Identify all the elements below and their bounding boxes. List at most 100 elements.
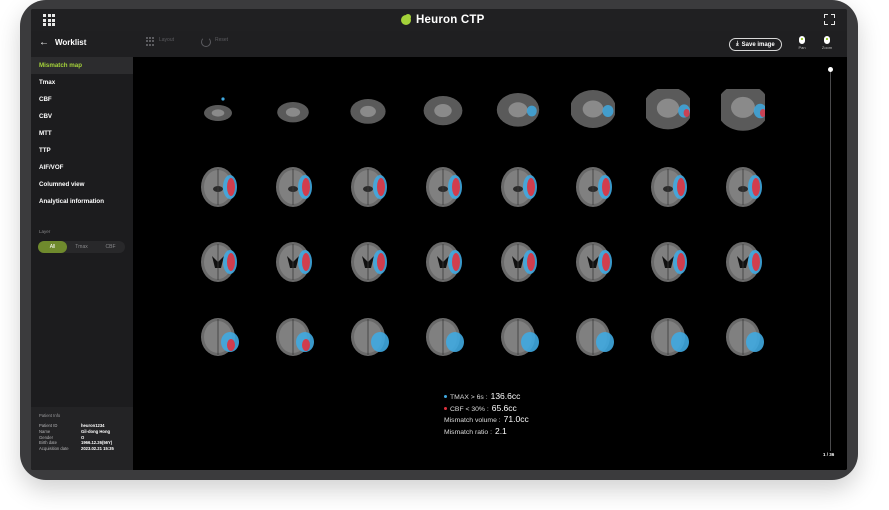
layout-button[interactable]: Layout <box>146 37 174 46</box>
reset-label: Reset <box>215 37 229 43</box>
slice-scrollbar-track[interactable] <box>830 71 831 451</box>
mouse-pan-icon <box>799 36 805 44</box>
brain-slice-thumbnail[interactable] <box>196 315 240 359</box>
brain-slice-thumbnail[interactable] <box>271 165 315 209</box>
brain-slice-thumbnail[interactable] <box>721 240 765 284</box>
sidebar-item-aif-vof[interactable]: AIF/VOF <box>31 159 133 176</box>
brain-slice-thumbnail[interactable] <box>570 89 616 133</box>
patient-info-value: 2023.02.21 15:35 <box>81 446 114 452</box>
sidebar-item-cbv[interactable]: CBV <box>31 108 133 125</box>
brain-slice-thumbnail[interactable] <box>646 315 690 359</box>
zoom-label: Zoom <box>821 45 833 50</box>
legend-cbf-value: 65.6cc <box>491 402 517 413</box>
legend-cbf-label: CBF < 30% : <box>450 405 489 413</box>
patient-info-row: Acquisition date 2023.02.21 15:35 <box>39 446 125 452</box>
app-brand: Heuron CTP <box>401 13 484 27</box>
brain-slice-thumbnail[interactable] <box>646 165 690 209</box>
brain-slice-thumbnail[interactable] <box>196 165 240 209</box>
zoom-tool-button[interactable]: Zoom <box>817 36 837 50</box>
sidebar-nav: Mismatch map Tmax CBF CBV MTT TTP AIF/VOF Colum… <box>31 57 133 210</box>
patient-info-key: Acquisition date <box>39 446 69 452</box>
download-icon: ⤓ <box>736 41 739 47</box>
brain-slice-thumbnail[interactable] <box>346 240 390 284</box>
brain-slice-thumbnail[interactable] <box>421 315 465 359</box>
toolbar: ← Worklist Layout Reset ⤓ Save image Pan… <box>31 31 847 57</box>
brain-slice-thumbnail[interactable] <box>643 87 693 133</box>
layer-title: Layer <box>39 229 51 234</box>
patient-info-value: Gil-dong Hong <box>81 428 111 434</box>
sidebar-item-columned-view[interactable]: Columned view <box>31 176 133 193</box>
brain-slice-thumbnail[interactable] <box>346 89 390 133</box>
back-label: Worklist <box>55 38 87 47</box>
layer-option-all[interactable]: All <box>38 241 67 253</box>
slice-grid <box>133 57 847 387</box>
mismatch-ratio-value: 2.1 <box>494 425 507 436</box>
layer-option-tmax[interactable]: Tmax <box>67 241 96 253</box>
brain-slice-thumbnail[interactable] <box>271 315 315 359</box>
page-indicator: 1 / 36 <box>823 452 835 457</box>
layer-selector: All Tmax CBF <box>38 241 125 253</box>
layout-grid-icon <box>146 37 155 46</box>
top-bar: Heuron CTP <box>31 9 847 31</box>
sidebar: Mismatch map Tmax CBF CBV MTT TTP AIF/VOF Colum… <box>31 57 133 470</box>
brain-slice-thumbnail[interactable] <box>496 240 540 284</box>
brain-slice-thumbnail[interactable] <box>571 240 615 284</box>
app-screen: Heuron CTP ← Worklist Layout Reset ⤓ Sav… <box>31 9 847 470</box>
brain-slice-thumbnail[interactable] <box>571 315 615 359</box>
fullscreen-icon[interactable] <box>824 14 835 25</box>
brain-slice-thumbnail[interactable] <box>271 240 315 284</box>
legend-cbf-row: CBF < 30% : 65.6cc <box>444 403 529 415</box>
sidebar-item-mtt[interactable]: MTT <box>31 125 133 142</box>
brain-slice-thumbnail[interactable] <box>196 240 240 284</box>
brain-slice-thumbnail[interactable] <box>646 240 690 284</box>
app-title: Heuron CTP <box>416 14 485 26</box>
sidebar-item-cbf[interactable]: CBF <box>31 91 133 108</box>
legend-tmax-row: TMAX > 6s : 136.6cc <box>444 391 529 403</box>
brain-slice-thumbnail[interactable] <box>196 89 240 133</box>
apps-grid-icon[interactable] <box>43 14 55 26</box>
brain-slice-thumbnail[interactable] <box>721 165 765 209</box>
sidebar-item-mismatch-map[interactable]: Mismatch map <box>31 57 133 74</box>
brain-slice-thumbnail[interactable] <box>496 89 540 133</box>
mismatch-volume-row: Mismatch volume : 71.0cc <box>444 414 529 426</box>
save-image-button[interactable]: ⤓ Save image <box>729 38 782 51</box>
legend-tmax-label: TMAX > 6s : <box>450 394 488 401</box>
back-to-worklist-button[interactable]: ← Worklist <box>39 37 86 48</box>
layer-option-cbf[interactable]: CBF <box>96 241 125 253</box>
reset-button[interactable]: Reset <box>201 37 228 47</box>
sidebar-item-analytical-information[interactable]: Analytical information <box>31 193 133 210</box>
mismatch-ratio-row: Mismatch ratio : 2.1 <box>444 426 529 438</box>
legend-tmax-value: 136.6cc <box>490 391 521 401</box>
brain-slice-thumbnail[interactable] <box>421 240 465 284</box>
arrow-left-icon: ← <box>39 37 49 48</box>
save-image-label: Save image <box>741 41 775 48</box>
patient-info-rows: Patient ID heuron1234 Name Gil-dong Hong Gen… <box>39 423 125 452</box>
patient-info-panel: Patient Info Patient ID heuron1234 Name Gil… <box>31 407 133 470</box>
brain-slice-thumbnail[interactable] <box>346 315 390 359</box>
patient-info-title: Patient Info <box>39 413 61 418</box>
brain-slice-thumbnail[interactable] <box>716 84 770 133</box>
brain-slice-thumbnail[interactable] <box>571 165 615 209</box>
brain-slice-thumbnail[interactable] <box>271 89 315 133</box>
volume-legend: TMAX > 6s : 136.6cc CBF < 30% : 65.6cc M… <box>444 391 529 437</box>
tmax-dot-icon <box>444 395 447 398</box>
brain-slice-thumbnail[interactable] <box>721 315 765 359</box>
mouse-zoom-icon <box>824 36 830 44</box>
layout-label: Layout <box>159 37 175 43</box>
brain-slice-thumbnail[interactable] <box>496 165 540 209</box>
mismatch-ratio-label: Mismatch ratio : <box>444 428 492 436</box>
reset-icon <box>201 37 211 47</box>
brain-slice-thumbnail[interactable] <box>421 165 465 209</box>
image-viewer[interactable]: TMAX > 6s : 136.6cc CBF < 30% : 65.6cc M… <box>133 57 847 470</box>
pan-label: Pan <box>798 45 806 50</box>
sidebar-item-tmax[interactable]: Tmax <box>31 74 133 91</box>
heuron-logo-icon <box>401 14 411 25</box>
mismatch-volume-label: Mismatch volume : <box>444 417 501 424</box>
brain-slice-thumbnail[interactable] <box>421 89 465 133</box>
sidebar-item-ttp[interactable]: TTP <box>31 142 133 159</box>
pan-tool-button[interactable]: Pan <box>792 36 812 50</box>
brain-slice-thumbnail[interactable] <box>346 165 390 209</box>
slice-scrollbar-thumb[interactable] <box>828 67 833 72</box>
brain-slice-thumbnail[interactable] <box>496 315 540 359</box>
mismatch-volume-value: 71.0cc <box>503 414 529 424</box>
